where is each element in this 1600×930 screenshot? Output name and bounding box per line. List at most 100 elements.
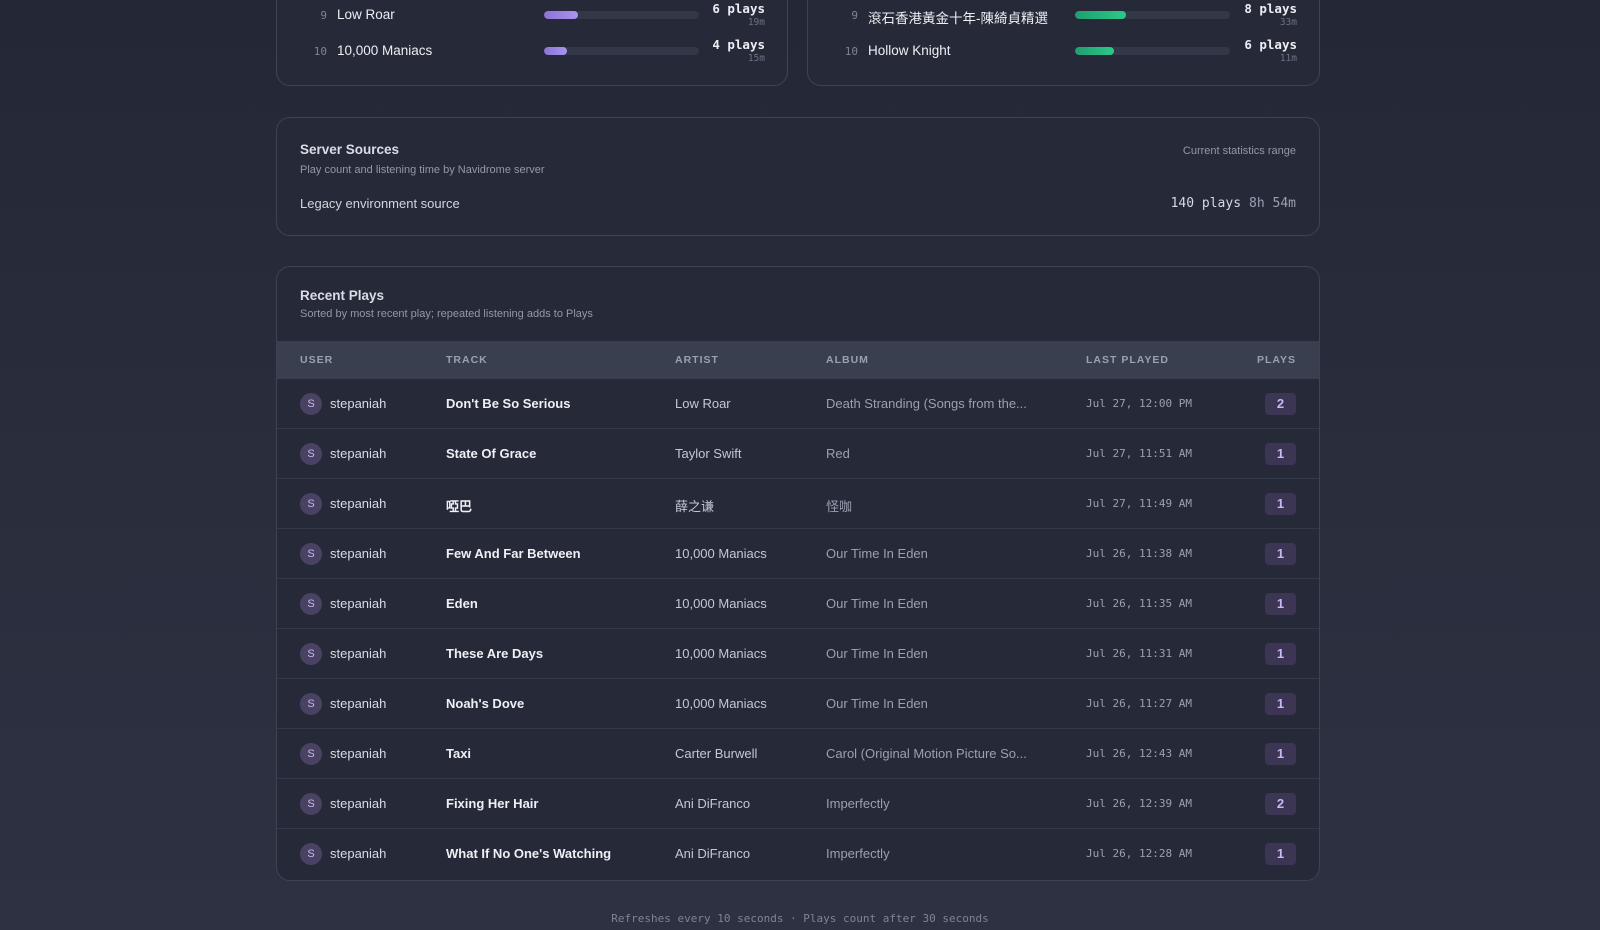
avatar: S [300, 693, 322, 715]
user-name: stepaniah [330, 546, 387, 561]
track-title: These Are Days [446, 646, 544, 661]
artist-name: 10,000 Maniacs [675, 596, 767, 611]
album-name: Red [826, 446, 850, 461]
last-played-time: Jul 27, 12:00 PM [1086, 397, 1192, 410]
table-row[interactable]: Sstepaniah Fixing Her Hair Ani DiFranco Imp… [277, 779, 1319, 829]
table-row[interactable]: Sstepaniah 啞巴 薛之谦 怪咖 Jul 27, 11:49 AM 1 [277, 479, 1319, 529]
avatar: S [300, 543, 322, 565]
table-body: Sstepaniah Don't Be So Serious Low Roar Dea… [277, 379, 1319, 879]
recent-plays-subtitle: Sorted by most recent play; repeated lis… [300, 308, 593, 320]
top-artists-card: 9 Low Roar 6 plays 19m 10 10,000 Maniacs… [276, 0, 788, 86]
plays-count-badge: 1 [1265, 743, 1296, 765]
table-row[interactable]: Sstepaniah Eden 10,000 Maniacs Our Time In … [277, 579, 1319, 629]
artist-name: 10,000 Maniacs [675, 546, 767, 561]
table-row[interactable]: Sstepaniah Taxi Carter Burwell Carol (Origi… [277, 729, 1319, 779]
source-plays: 140 plays [1170, 196, 1242, 211]
artist-name: Low Roar [675, 396, 731, 411]
ranking-bar [1075, 11, 1230, 19]
user-name: stepaniah [330, 646, 387, 661]
table-row[interactable]: Sstepaniah State Of Grace Taylor Swift Red J… [277, 429, 1319, 479]
column-header-album: ALBUM [826, 354, 869, 366]
artist-name: 10,000 Maniacs [675, 646, 767, 661]
artist-name: 10,000 Maniacs [675, 696, 767, 711]
album-name: Death Stranding (Songs from the... [826, 396, 1027, 411]
column-header-last-played: LAST PLAYED [1086, 354, 1169, 366]
track-title: Taxi [446, 746, 472, 761]
avatar: S [300, 593, 322, 615]
table-header: USER TRACK ARTIST ALBUM LAST PLAYED PLAY… [277, 341, 1319, 379]
table-row[interactable]: Sstepaniah Few And Far Between 10,000 Mani… [277, 529, 1319, 579]
ranking-name: 滾石香港黃金十年-陳綺貞精選 [868, 11, 1048, 26]
user-name: stepaniah [330, 796, 387, 811]
ranking-plays: 6 plays [712, 1, 765, 16]
source-time: 8h 54m [1249, 196, 1296, 211]
avatar: S [300, 793, 322, 815]
ranking-name: Hollow Knight [868, 43, 951, 58]
source-stats: 140 plays 8h 54m [1171, 196, 1296, 211]
table-row[interactable]: Sstepaniah Noah's Dove 10,000 Maniacs Our T… [277, 679, 1319, 729]
ranking-row: 10 10,000 Maniacs 4 plays 15m [277, 37, 787, 67]
artist-name: Ani DiFranco [675, 846, 751, 861]
table-row[interactable]: Sstepaniah Don't Be So Serious Low Roar Dea… [277, 379, 1319, 429]
user-name: stepaniah [330, 446, 387, 461]
user-name: stepaniah [330, 696, 387, 711]
ranking-bar-fill [1075, 11, 1127, 19]
table-row[interactable]: Sstepaniah These Are Days 10,000 Maniacs Ou… [277, 629, 1319, 679]
ranking-bar [544, 47, 699, 55]
user-name: stepaniah [330, 846, 387, 861]
album-name: Our Time In Eden [826, 646, 928, 661]
ranking-bar-fill [1075, 47, 1114, 55]
column-header-track: TRACK [446, 354, 488, 366]
track-title: Few And Far Between [446, 546, 581, 561]
track-title: Fixing Her Hair [446, 796, 539, 811]
track-title: Eden [446, 596, 478, 611]
track-title: Don't Be So Serious [446, 396, 571, 411]
avatar: S [300, 393, 322, 415]
album-name: 怪咖 [826, 499, 853, 514]
track-title: Noah's Dove [446, 696, 525, 711]
server-sources-subtitle: Play count and listening time by Navidro… [300, 164, 545, 176]
track-title: What If No One's Watching [446, 846, 612, 861]
last-played-time: Jul 26, 11:35 AM [1086, 597, 1192, 610]
track-title: 啞巴 [446, 499, 473, 514]
album-name: Our Time In Eden [826, 546, 928, 561]
album-name: Our Time In Eden [826, 596, 928, 611]
avatar: S [300, 843, 322, 865]
plays-count-badge: 2 [1265, 793, 1296, 815]
artist-name: Carter Burwell [675, 746, 758, 761]
plays-count-badge: 1 [1265, 843, 1296, 865]
ranking-name: 10,000 Maniacs [337, 43, 433, 58]
last-played-time: Jul 26, 12:39 AM [1086, 797, 1192, 810]
plays-count-badge: 1 [1265, 543, 1296, 565]
ranking-bar-fill [544, 11, 579, 19]
column-header-user: USER [300, 354, 334, 366]
ranking-plays: 8 plays [1244, 1, 1297, 16]
user-name: stepaniah [330, 596, 387, 611]
last-played-time: Jul 26, 12:43 AM [1086, 747, 1192, 760]
artist-name: Taylor Swift [675, 446, 742, 461]
source-name: Legacy environment source [300, 196, 460, 211]
last-played-time: Jul 27, 11:49 AM [1086, 497, 1192, 510]
rank-number: 9 [851, 9, 858, 22]
ranking-time: 15m [747, 53, 765, 64]
column-header-artist: ARTIST [675, 354, 719, 366]
statistics-range-label: Current statistics range [1182, 145, 1296, 157]
artist-name: 薛之谦 [675, 499, 715, 514]
last-played-time: Jul 27, 11:51 AM [1086, 447, 1192, 460]
top-albums-card: 9 滾石香港黃金十年-陳綺貞精選 8 plays 33m 10 Hollow K… [807, 0, 1320, 86]
last-played-time: Jul 26, 11:31 AM [1086, 647, 1192, 660]
ranking-plays: 4 plays [712, 37, 765, 52]
server-sources-card: Server Sources Play count and listening … [276, 117, 1320, 236]
rank-number: 9 [320, 9, 327, 22]
track-title: State Of Grace [446, 446, 537, 461]
plays-count-badge: 1 [1265, 693, 1296, 715]
table-row[interactable]: Sstepaniah What If No One's Watching Ani D… [277, 829, 1319, 879]
avatar: S [300, 443, 322, 465]
server-sources-title: Server Sources [300, 142, 400, 157]
artist-name: Ani DiFranco [675, 796, 751, 811]
avatar: S [300, 493, 322, 515]
footer-note: Refreshes every 10 seconds · Plays count… [611, 912, 989, 925]
last-played-time: Jul 26, 12:28 AM [1086, 847, 1192, 860]
ranking-plays: 6 plays [1244, 37, 1297, 52]
ranking-name: Low Roar [337, 7, 395, 22]
